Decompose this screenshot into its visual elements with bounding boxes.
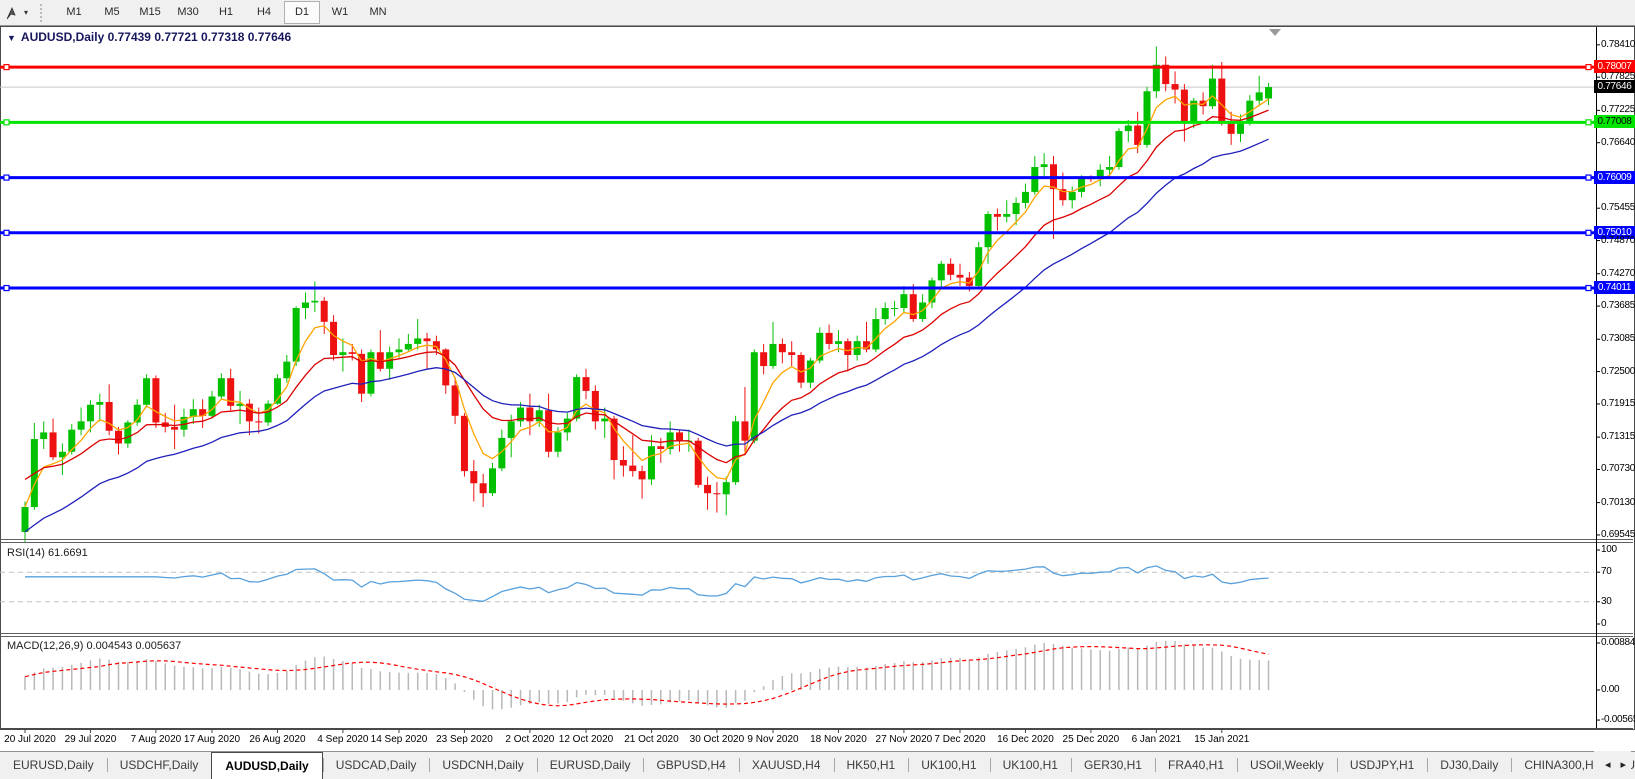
level-line-handle[interactable] bbox=[1586, 286, 1591, 291]
chart-tab-ger30-h1[interactable]: GER30,H1 bbox=[1071, 752, 1155, 779]
tab-scroll-right-icon[interactable]: ▸ bbox=[1620, 751, 1626, 779]
toolbar-grip[interactable] bbox=[40, 4, 47, 22]
macd-panel[interactable] bbox=[24, 641, 1600, 720]
cursor-tool-caret-icon[interactable]: ▾ bbox=[24, 8, 28, 17]
cursor-tool-icon[interactable] bbox=[2, 3, 22, 23]
candlesticks bbox=[22, 46, 1273, 541]
timeframe-button-m30[interactable]: M30 bbox=[170, 1, 206, 24]
chart-tab-gbpusd-h4[interactable]: GBPUSD,H4 bbox=[643, 752, 738, 779]
timeframe-button-h4[interactable]: H4 bbox=[246, 1, 282, 24]
timeframe-button-d1[interactable]: D1 bbox=[284, 1, 320, 24]
time-axis[interactable] bbox=[25, 729, 1222, 733]
chart-tab-usdcad-daily[interactable]: USDCAD,Daily bbox=[323, 752, 430, 779]
level-line-handle[interactable] bbox=[1586, 230, 1591, 235]
level-line-handle[interactable] bbox=[4, 286, 9, 291]
horizontal-level-lines[interactable] bbox=[0, 65, 1594, 291]
moving-average-lines bbox=[25, 96, 1269, 532]
timeframe-toolbar: ▾ M1M5M15M30H1H4D1W1MN bbox=[0, 0, 1635, 26]
chart-tab-uk100-h1[interactable]: UK100,H1 bbox=[908, 752, 989, 779]
timeframe-button-mn[interactable]: MN bbox=[360, 1, 396, 24]
panel-separators[interactable] bbox=[0, 27, 1633, 729]
mt4-window: ▾ M1M5M15M30H1H4D1W1MN ▼AUDUSD,Daily 0.7… bbox=[0, 0, 1635, 779]
chart-tab-usdcnh-daily[interactable]: USDCNH,Daily bbox=[429, 752, 536, 779]
timeframe-button-h1[interactable]: H1 bbox=[208, 1, 244, 24]
main-chart-plot[interactable] bbox=[0, 0, 1635, 779]
rsi-panel[interactable] bbox=[0, 550, 1600, 624]
level-line-handle[interactable] bbox=[4, 230, 9, 235]
chart-tab-audusd-daily[interactable]: AUDUSD,Daily bbox=[211, 752, 322, 779]
level-line-handle[interactable] bbox=[4, 65, 9, 70]
chart-tab-eurusd-daily[interactable]: EURUSD,Daily bbox=[0, 752, 107, 779]
chart-tab-fra40-h1[interactable]: FRA40,H1 bbox=[1155, 752, 1237, 779]
chart-tab-usdchf-daily[interactable]: USDCHF,Daily bbox=[107, 752, 212, 779]
level-line-handle[interactable] bbox=[4, 175, 9, 180]
chart-tab-hk50-h1[interactable]: HK50,H1 bbox=[834, 752, 909, 779]
level-line-handle[interactable] bbox=[4, 120, 9, 125]
chart-tab-uk100-h1[interactable]: UK100,H1 bbox=[990, 752, 1071, 779]
level-line-handle[interactable] bbox=[1586, 65, 1591, 70]
timeframe-button-m1[interactable]: M1 bbox=[56, 1, 92, 24]
chart-tab-xauusd-h4[interactable]: XAUUSD,H4 bbox=[739, 752, 834, 779]
chart-tab-bar: EURUSD,DailyUSDCHF,DailyAUDUSD,DailyUSDC… bbox=[0, 751, 1635, 779]
timeframe-button-w1[interactable]: W1 bbox=[322, 1, 358, 24]
chart-tab-usdjpy-h1[interactable]: USDJPY,H1 bbox=[1337, 752, 1427, 779]
tab-scroll-left-icon[interactable]: ◂ bbox=[1605, 751, 1611, 779]
level-line-handle[interactable] bbox=[1586, 120, 1591, 125]
chart-tab-usoil-weekly[interactable]: USOil,Weekly bbox=[1237, 752, 1337, 779]
tab-scroll-arrows: ◂ ▸ bbox=[1594, 751, 1631, 779]
timeframe-button-m15[interactable]: M15 bbox=[132, 1, 168, 24]
level-line-handle[interactable] bbox=[1586, 175, 1591, 180]
timeframe-button-m5[interactable]: M5 bbox=[94, 1, 130, 24]
chart-tab-dj30-daily[interactable]: DJ30,Daily bbox=[1427, 752, 1511, 779]
chart-tab-eurusd-daily[interactable]: EURUSD,Daily bbox=[537, 752, 644, 779]
